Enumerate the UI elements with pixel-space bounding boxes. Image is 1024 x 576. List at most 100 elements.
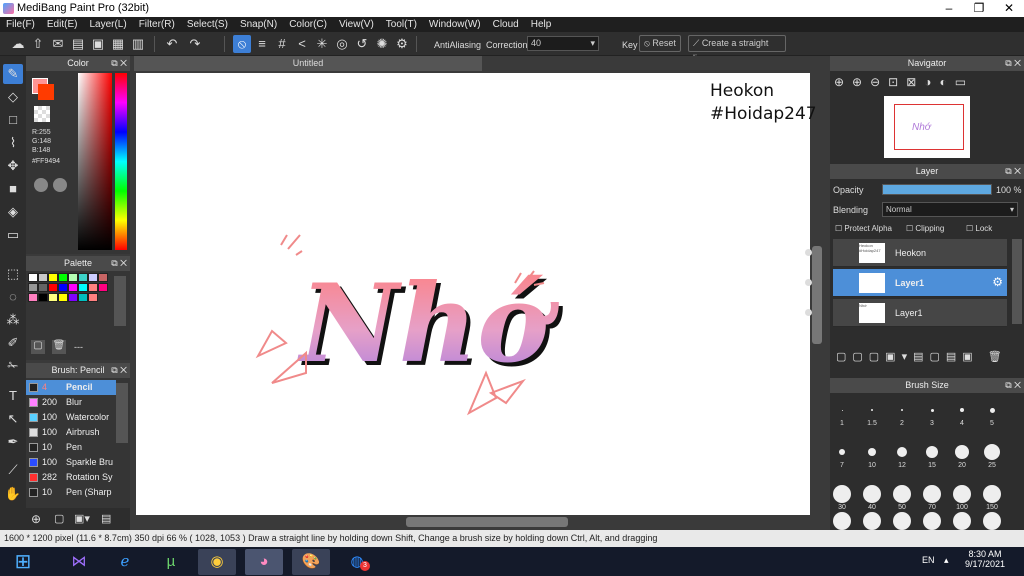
- brush-size-option[interactable]: [863, 485, 881, 503]
- brush-size-option[interactable]: [930, 408, 934, 412]
- navigator-zoom-buttons[interactable]: ⊕⊕⊖⊡⊠◑◐▭: [834, 75, 1018, 93]
- color-wheel-icon[interactable]: [34, 178, 48, 192]
- palette-swatch[interactable]: [68, 293, 78, 302]
- menu-view[interactable]: View(V): [333, 17, 380, 32]
- brush-size-option[interactable]: [953, 485, 971, 503]
- circle-snap-icon[interactable]: ◎: [333, 35, 351, 53]
- background-color[interactable]: [38, 84, 54, 100]
- fill-rect-tool-icon[interactable]: ■: [3, 179, 23, 199]
- brush-tool-icon[interactable]: ✎: [3, 64, 23, 84]
- visibility-icon[interactable]: [805, 249, 812, 256]
- start-button[interactable]: ⊞: [4, 549, 42, 575]
- brush-size-option[interactable]: [893, 485, 911, 503]
- palette-swatch[interactable]: [28, 273, 38, 282]
- palette-swatch[interactable]: [48, 273, 58, 282]
- bucket-tool-icon[interactable]: ◈: [3, 202, 23, 222]
- select-eraser-icon[interactable]: ✁: [3, 356, 23, 376]
- palette-swatch[interactable]: [88, 293, 98, 302]
- opacity-slider[interactable]: [882, 184, 992, 195]
- brush-item[interactable]: 100 Sparkle Bru: [26, 455, 116, 470]
- brush-settings-icon[interactable]: ▤: [101, 512, 111, 525]
- cross-snap-icon[interactable]: #: [273, 35, 291, 53]
- palette-swatch[interactable]: [78, 273, 88, 282]
- brush-size-option[interactable]: [953, 512, 971, 530]
- clipping-checkbox[interactable]: ☐ Clipping: [906, 224, 944, 233]
- layer-row[interactable]: Layer1 ⚙: [805, 269, 1007, 297]
- export-icon[interactable]: ▥: [129, 35, 147, 53]
- brush-menu-icon[interactable]: ▣▾: [74, 512, 90, 525]
- cloud-icon[interactable]: ☁: [9, 35, 27, 53]
- brush-item[interactable]: 10 Pen (Sharp: [26, 485, 116, 500]
- move-tool-icon[interactable]: ✥: [3, 156, 23, 176]
- palette-swatch[interactable]: [58, 273, 68, 282]
- paint-icon[interactable]: 🎨: [292, 549, 330, 575]
- visual-studio-icon[interactable]: ⋈: [60, 549, 98, 575]
- menu-help[interactable]: Help: [525, 17, 558, 32]
- close-icon[interactable]: ⧉ ✕: [111, 256, 127, 271]
- document-tab[interactable]: Untitled: [134, 56, 482, 71]
- brush-size-option[interactable]: [960, 408, 964, 412]
- palette-swatch[interactable]: [68, 283, 78, 292]
- brush-size-option[interactable]: [984, 444, 1000, 460]
- radial-snap-icon[interactable]: ✳: [313, 35, 331, 53]
- brush-item[interactable]: 4 Pencil: [26, 380, 116, 395]
- eraser-tool-icon[interactable]: ◇: [3, 87, 23, 107]
- straight-line-button[interactable]: ⟋ Create a straight line: [688, 35, 786, 63]
- menu-edit[interactable]: Edit(E): [41, 17, 84, 32]
- delete-palette-icon[interactable]: 🗑: [52, 340, 66, 354]
- maximize-button[interactable]: ❐: [964, 0, 994, 17]
- operation-tool-icon[interactable]: ↖: [3, 409, 23, 429]
- palette-swatch[interactable]: [88, 273, 98, 282]
- saturation-value-picker[interactable]: [78, 73, 112, 250]
- horizontal-scrollbar[interactable]: [406, 517, 568, 527]
- hue-slider[interactable]: [115, 73, 127, 250]
- pen-tool-icon[interactable]: ⟋: [3, 460, 23, 480]
- save-icon[interactable]: ▣: [89, 35, 107, 53]
- brush-scrollbar[interactable]: [116, 383, 128, 443]
- lock-checkbox[interactable]: ☐ Lock: [966, 224, 992, 233]
- layer-toolbar[interactable]: ▢▢▢▣▾▤▢▤▣ 🗑: [830, 350, 1024, 368]
- menu-tool[interactable]: Tool(T): [380, 17, 423, 32]
- brush-size-option[interactable]: [868, 448, 876, 456]
- close-icon[interactable]: ⧉ ✕: [1005, 56, 1021, 71]
- vanishing-snap-icon[interactable]: <: [293, 35, 311, 53]
- new-file-icon[interactable]: ▤: [69, 35, 87, 53]
- palette-swatch[interactable]: [28, 283, 38, 292]
- brush-size-option[interactable]: [893, 512, 911, 530]
- grid-icon[interactable]: ▦: [109, 35, 127, 53]
- menu-window[interactable]: Window(W): [423, 17, 487, 32]
- brush-size-option[interactable]: [983, 512, 1001, 530]
- smudge-tool-icon[interactable]: ⌇: [3, 133, 23, 153]
- palette-swatch[interactable]: [38, 273, 48, 282]
- select-pen-icon[interactable]: ✐: [3, 333, 23, 353]
- brush-item[interactable]: 10 Pen: [26, 440, 116, 455]
- layer-row[interactable]: Nhớ Layer1: [805, 299, 1007, 327]
- new-palette-icon[interactable]: ▢: [31, 340, 45, 354]
- language-indicator[interactable]: EN: [922, 555, 935, 565]
- layer-scrollbar[interactable]: [1012, 239, 1022, 324]
- transparent-color[interactable]: [34, 106, 50, 122]
- clock[interactable]: 8:30 AM 9/17/2021: [963, 549, 1007, 569]
- magic-wand-icon[interactable]: ⁂: [3, 310, 23, 330]
- visibility-icon[interactable]: [805, 309, 812, 316]
- menu-filter[interactable]: Filter(R): [133, 17, 181, 32]
- palette-swatch[interactable]: [88, 283, 98, 292]
- brush-size-option[interactable]: [833, 485, 851, 503]
- palette-scrollbar[interactable]: [114, 276, 126, 326]
- correction-select[interactable]: 40 ▾: [527, 36, 599, 51]
- palette-swatch[interactable]: [78, 283, 88, 292]
- palette-swatch[interactable]: [68, 273, 78, 282]
- comment-icon[interactable]: ✉: [49, 35, 67, 53]
- upload-icon[interactable]: ⇧: [29, 35, 47, 53]
- close-button[interactable]: ✕: [994, 0, 1024, 17]
- gradient-tool-icon[interactable]: ▭: [3, 225, 23, 245]
- reset-button[interactable]: ⦸ Reset: [639, 35, 681, 52]
- brush-size-option[interactable]: [841, 409, 843, 411]
- brush-size-option[interactable]: [955, 445, 969, 459]
- close-icon[interactable]: ⧉ ✕: [111, 56, 127, 71]
- text-tool-icon[interactable]: T: [3, 386, 23, 406]
- document-canvas[interactable]: Heokon #Hoidap247 Nhớ Nhớ: [136, 73, 817, 515]
- menu-color[interactable]: Color(C): [283, 17, 333, 32]
- menu-layer[interactable]: Layer(L): [83, 17, 132, 32]
- lasso-icon[interactable]: ◌: [3, 287, 23, 307]
